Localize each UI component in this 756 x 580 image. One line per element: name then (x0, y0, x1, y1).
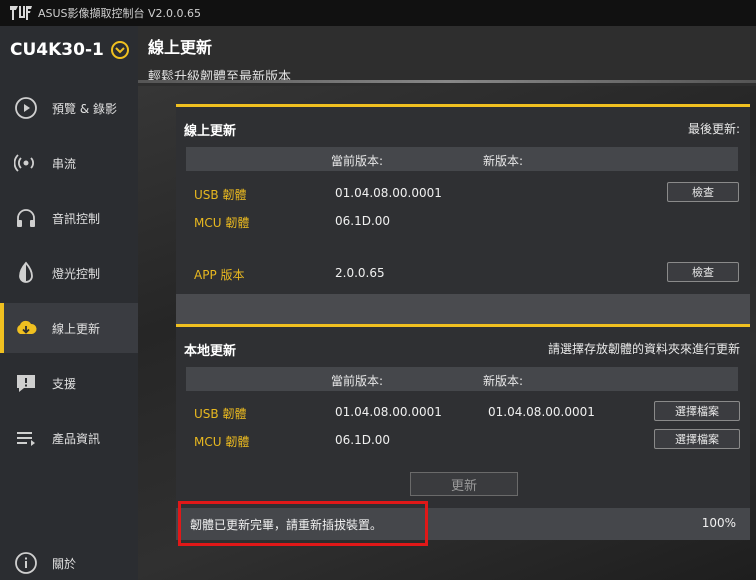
sidebar-item-product-info[interactable]: 產品資訊 (0, 413, 138, 463)
current-version-header: 當前版本: (331, 374, 384, 388)
new-version-header: 新版本: (483, 154, 524, 168)
online-update-title: 線上更新 (184, 124, 237, 139)
local-update-title: 本地更新 (184, 344, 237, 359)
usb-firmware-current: 01.04.08.00.0001 (335, 405, 442, 419)
online-update-panel: 線上更新 最後更新: 當前版本: 新版本: USB 韌體 01.04.08.00… (176, 104, 750, 294)
app-version-label: APP 版本 (194, 268, 245, 282)
sidebar-item-label: 支援 (52, 376, 77, 391)
info-icon (15, 552, 37, 574)
headphones-icon (17, 209, 35, 227)
local-column-header: 當前版本: 新版本: (186, 367, 738, 391)
sidebar-item-online-update[interactable]: 線上更新 (0, 303, 138, 353)
sidebar-item-label: 線上更新 (52, 321, 101, 336)
alert-icon (17, 375, 35, 392)
chevron-down-icon[interactable] (110, 41, 129, 59)
progress-percent: 100% (701, 516, 736, 530)
app-version-current: 2.0.0.65 (335, 266, 385, 280)
window-title: ASUS影像擷取控制台 V2.0.0.65 (38, 7, 202, 20)
sidebar-item-support[interactable]: 支援 (0, 358, 138, 408)
page-title: 線上更新 (148, 38, 213, 57)
mcu-firmware-label: MCU 韌體 (194, 435, 250, 449)
sidebar-item-label: 燈光控制 (52, 266, 101, 281)
usb-firmware-label: USB 韌體 (194, 407, 247, 421)
check-app-button[interactable]: 檢查 (667, 262, 739, 282)
title-bar: ASUS影像擷取控制台 V2.0.0.65 (0, 0, 756, 26)
select-mcu-file-button[interactable]: 選擇檔案 (654, 429, 740, 449)
sidebar-item-lighting[interactable]: 燈光控制 (0, 248, 138, 298)
mcu-firmware-label: MCU 韌體 (194, 216, 250, 230)
light-icon (19, 261, 33, 283)
sidebar-item-label: 產品資訊 (52, 431, 101, 446)
usb-firmware-new: 01.04.08.00.0001 (488, 405, 595, 419)
page-header: 線上更新 輕鬆升級韌體至最新版本 (138, 26, 756, 86)
online-column-header: 當前版本: 新版本: (186, 147, 738, 171)
sidebar: CU4K30-1 預覽 & 錄影 串流 音訊控制 燈光控制 線上更新 支援 產品… (0, 26, 138, 580)
usb-firmware-current: 01.04.08.00.0001 (335, 186, 442, 200)
panel-separator (176, 294, 750, 324)
check-usb-button[interactable]: 檢查 (667, 182, 739, 202)
mcu-firmware-current: 06.1D.00 (335, 214, 391, 228)
cloud-download-icon (17, 320, 37, 334)
highlight-box (178, 501, 428, 546)
sidebar-item-stream[interactable]: 串流 (0, 138, 138, 188)
header-divider (138, 80, 756, 83)
sidebar-item-label: 關於 (52, 556, 77, 571)
broadcast-icon (14, 154, 34, 172)
select-usb-file-button[interactable]: 選擇檔案 (654, 401, 740, 421)
sidebar-item-label: 音訊控制 (52, 211, 101, 226)
current-version-header: 當前版本: (331, 154, 384, 168)
tuf-logo-icon (10, 6, 32, 20)
mcu-firmware-current: 06.1D.00 (335, 433, 391, 447)
sidebar-item-about[interactable]: 關於 (0, 538, 138, 580)
local-update-hint: 請選擇存放韌體的資料夾來進行更新 (547, 342, 740, 356)
device-model-name: CU4K30-1 (10, 40, 104, 60)
list-icon (17, 432, 35, 446)
sidebar-item-label: 預覽 & 錄影 (52, 101, 117, 116)
play-icon (15, 97, 37, 119)
sidebar-item-label: 串流 (52, 156, 77, 171)
usb-firmware-label: USB 韌體 (194, 188, 247, 202)
last-update-label: 最後更新: (687, 122, 740, 136)
update-button[interactable]: 更新 (410, 472, 518, 496)
sidebar-item-preview-record[interactable]: 預覽 & 錄影 (0, 83, 138, 133)
main-content: 線上更新 輕鬆升級韌體至最新版本 線上更新 最後更新: 當前版本: 新版本: U… (138, 26, 756, 580)
device-selector[interactable]: CU4K30-1 (10, 40, 129, 60)
new-version-header: 新版本: (483, 374, 524, 388)
sidebar-item-audio[interactable]: 音訊控制 (0, 193, 138, 243)
